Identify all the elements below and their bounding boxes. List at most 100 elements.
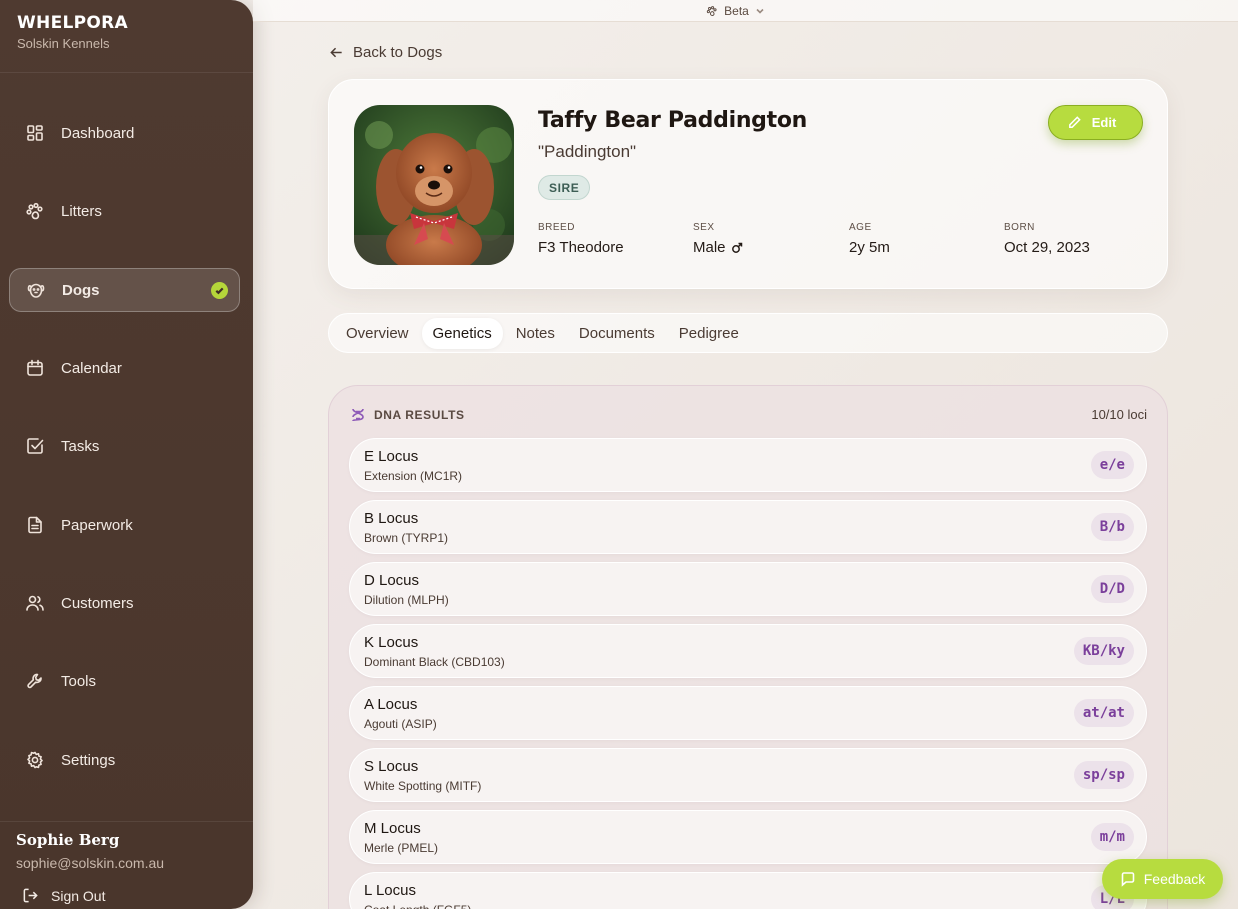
document-icon	[25, 515, 45, 535]
sidebar-item-label: Dashboard	[61, 124, 135, 142]
checkbox-icon	[25, 436, 45, 456]
feedback-button[interactable]: Feedback	[1102, 859, 1223, 899]
locus-gene: Merle (PMEL)	[364, 841, 439, 855]
meta-label: SEX	[693, 222, 715, 233]
brand: WHELPORA Solskin Kennels	[17, 13, 128, 51]
locus-gene: Dominant Black (CBD103)	[364, 655, 505, 669]
genotype-badge: KB/ky	[1073, 637, 1134, 665]
beta-label: Beta	[724, 3, 749, 18]
sidebar-item-label: Tasks	[61, 437, 100, 455]
meta-value: Oct 29, 2023	[1004, 239, 1090, 256]
sidebar-item-calendar[interactable]: Calendar	[9, 346, 240, 390]
locus-name: B Locus	[364, 510, 419, 527]
locus-row: E Locus Extension (MC1R) e/e	[349, 438, 1147, 492]
edit-button[interactable]: Edit	[1048, 105, 1143, 140]
tab-documents[interactable]: Documents	[568, 318, 666, 349]
sidebar-item-tasks[interactable]: Tasks	[9, 424, 240, 468]
meta-label: BORN	[1004, 222, 1035, 233]
born-value: Oct 29, 2023	[1004, 239, 1090, 256]
locus-gene: Coat Length (FGF5)	[364, 903, 471, 909]
locus-name: E Locus	[364, 448, 419, 465]
user-name: Sophie Berg	[16, 831, 120, 849]
tab-pedigree[interactable]: Pedigree	[668, 318, 750, 349]
tab-notes[interactable]: Notes	[505, 318, 566, 349]
chevron-down-icon	[756, 8, 764, 14]
sign-out-button[interactable]: Sign Out	[22, 887, 105, 904]
locus-name: K Locus	[364, 634, 419, 651]
sidebar-item-label: Paperwork	[61, 516, 133, 534]
top-bar: Beta	[253, 0, 1238, 22]
sidebar-item-customers[interactable]: Customers	[9, 581, 240, 625]
arrow-left-icon	[330, 47, 342, 58]
genotype-badge: D/D	[1090, 575, 1134, 603]
meta-breed: BREED F3 Theodore	[538, 222, 624, 256]
locus-gene: Brown (TYRP1)	[364, 531, 449, 545]
profile-tabs: Overview Genetics Notes Documents Pedigr…	[328, 313, 1168, 353]
tab-overview[interactable]: Overview	[335, 318, 420, 349]
genotype-badge: sp/sp	[1073, 761, 1134, 789]
meta-value: F3 Theodore	[538, 239, 624, 256]
dog-icon	[26, 280, 46, 300]
sidebar-item-label: Settings	[61, 751, 116, 769]
genotype-badge: at/at	[1073, 699, 1134, 727]
sidebar-item-paperwork[interactable]: Paperwork	[9, 503, 240, 547]
sidebar: WHELPORA Solskin Kennels Dashboard Litte…	[0, 0, 253, 909]
sidebar-item-settings[interactable]: Settings	[9, 738, 240, 782]
locus-row: S Locus White Spotting (MITF) sp/sp	[349, 748, 1147, 802]
locus-row: M Locus Merle (PMEL) m/m	[349, 810, 1147, 864]
dog-photo	[354, 105, 514, 265]
meta-age: AGE 2y 5m	[849, 222, 890, 256]
sidebar-item-tools[interactable]: Tools	[9, 659, 240, 703]
locus-gene: Extension (MC1R)	[364, 469, 463, 483]
locus-name: L Locus	[364, 882, 416, 899]
paw-icon	[25, 201, 45, 221]
back-to-dogs-link[interactable]: Back to Dogs	[329, 44, 442, 61]
sidebar-item-label: Customers	[61, 594, 134, 612]
sidebar-divider	[0, 72, 253, 73]
dna-icon	[352, 408, 364, 422]
dna-results-title: DNA RESULTS	[374, 408, 465, 422]
gear-icon	[25, 750, 45, 770]
sign-out-icon	[23, 888, 38, 903]
locus-row: A Locus Agouti (ASIP) at/at	[349, 686, 1147, 740]
sidebar-item-litters[interactable]: Litters	[9, 189, 240, 233]
genotype-badge: m/m	[1090, 823, 1134, 851]
sidebar-item-label: Calendar	[61, 359, 122, 377]
beta-selector[interactable]: Beta	[706, 4, 765, 18]
meta-sex: SEX Male	[693, 222, 743, 256]
brand-name: WHELPORA	[17, 13, 128, 33]
user-profile: Sophie Berg sophie@solskin.com.au	[16, 831, 164, 871]
genotype-badge: e/e	[1090, 451, 1134, 479]
sidebar-item-dogs[interactable]: Dogs	[9, 268, 240, 312]
tab-genetics[interactable]: Genetics	[421, 317, 503, 349]
dog-name: Taffy Bear Paddington	[538, 108, 808, 133]
meta-born: BORN Oct 29, 2023	[1004, 222, 1090, 256]
locus-gene: Dilution (MLPH)	[364, 593, 449, 607]
sidebar-item-label: Tools	[61, 672, 97, 690]
dog-profile-card: Taffy Bear Paddington "Paddington" SIRE …	[328, 79, 1168, 289]
locus-name: D Locus	[364, 572, 420, 589]
loci-count: 10/10 loci	[1091, 407, 1147, 422]
brand-subtitle: Solskin Kennels	[17, 36, 110, 51]
paw-icon	[706, 5, 717, 16]
locus-gene: White Spotting (MITF)	[364, 779, 482, 793]
dog-nickname: "Paddington"	[538, 142, 637, 161]
back-link-label: Back to Dogs	[353, 44, 443, 61]
locus-row: K Locus Dominant Black (CBD103) KB/ky	[349, 624, 1147, 678]
chat-icon	[1121, 872, 1135, 887]
age-value: 2y 5m	[849, 239, 890, 256]
male-icon	[731, 242, 742, 253]
locus-row: L LocusCoat Length (FGF5)L/L	[349, 872, 1147, 909]
sidebar-item-label: Dogs	[62, 281, 100, 299]
locus-row: B Locus Brown (TYRP1) B/b	[349, 500, 1147, 554]
sidebar-item-dashboard[interactable]: Dashboard	[9, 111, 240, 155]
grid-icon	[25, 123, 45, 143]
role-badge: SIRE	[538, 175, 591, 200]
locus-name: S Locus	[364, 758, 419, 775]
users-icon	[25, 593, 45, 613]
feedback-label: Feedback	[1143, 871, 1206, 887]
check-icon	[211, 282, 228, 299]
meta-label: AGE	[849, 222, 872, 233]
locus-gene: Agouti (ASIP)	[364, 717, 437, 731]
locus-name: M Locus	[364, 820, 421, 837]
